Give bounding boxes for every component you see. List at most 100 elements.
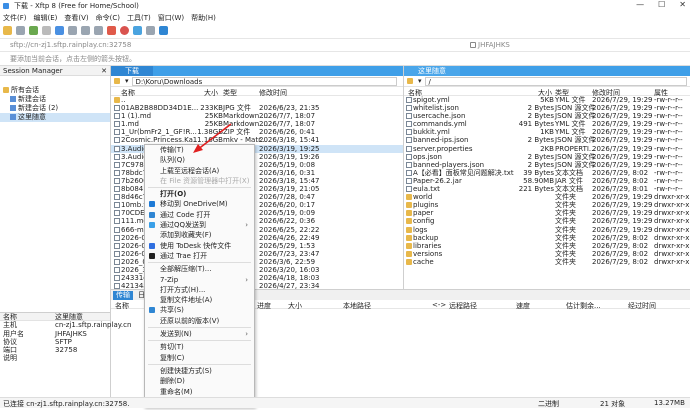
table-row[interactable]: paper 文件夹 2026/7/29, 19:29 drwxr-xr-x: [404, 209, 690, 217]
table-row[interactable]: whitelist.json 2 Bytes JSON 源文件 2026/7/29, …: [404, 104, 690, 112]
table-row[interactable]: ops.json 2 Bytes JSON 源文件 2026/7/29, 19:29-…: [404, 153, 690, 161]
table-row[interactable]: ..: [111, 96, 403, 104]
context-menu-item[interactable]: 通过QQ发送到 ›: [145, 220, 254, 230]
context-menu-item[interactable]: 发送到(N) ›: [145, 329, 254, 339]
file-permissions: drwxr-xr-x: [654, 217, 690, 226]
chevron-down-icon[interactable]: ▾: [418, 77, 422, 85]
context-menu-item[interactable]: 使用 ToDesk 快传文件: [145, 241, 254, 251]
file-date: 2026/3/18, 15:47: [259, 176, 320, 185]
xshell-icon[interactable]: [120, 26, 129, 35]
table-row[interactable]: 01AB2B88DD34D1E... 233KB JPG 文件 2026/6/23, …: [111, 104, 403, 112]
session-tree-item[interactable]: 新建会话 (2): [0, 104, 110, 113]
up-folder-icon[interactable]: [94, 26, 103, 35]
menu-view[interactable]: 查看(V): [64, 13, 88, 23]
col-local-path[interactable]: 本地路径: [343, 301, 371, 311]
context-menu-item[interactable]: 7-Zip ›: [145, 275, 254, 285]
col-size[interactable]: 大小: [288, 301, 302, 311]
file-date: 2026/7/29, 8:01: [592, 185, 649, 194]
col-direction[interactable]: <->: [432, 301, 446, 309]
context-menu-item[interactable]: 复制(C): [145, 353, 254, 363]
context-menu-item[interactable]: 打开方式(H)...: [145, 285, 254, 295]
annotation-arrow: [193, 123, 232, 153]
close-icon[interactable]: ✕: [101, 67, 107, 75]
menu-tools[interactable]: 工具(T): [127, 13, 151, 23]
context-menu-item[interactable]: 创建快捷方式(S): [145, 366, 254, 376]
menu-edit[interactable]: 编辑(E): [34, 13, 58, 23]
table-row[interactable]: cache 文件夹 2026/7/29, 8:02 drwxr-xr-x: [404, 258, 690, 266]
file-date: 2026/7/29, 8:02: [592, 168, 649, 177]
col-elapsed[interactable]: 经过时间: [628, 301, 656, 311]
table-row[interactable]: banned-players.json 2 Bytes JSON 源文件 2026/7…: [404, 161, 690, 169]
table-row[interactable]: eula.txt 221 Bytes 文本文档 2026/7/29, 8:01 -rw-…: [404, 185, 690, 193]
menu-help[interactable]: 帮助(H): [191, 13, 216, 23]
table-row[interactable]: server.properties 2KB PROPERTI... 2026/7/29…: [404, 145, 690, 153]
file-date: 2026/7/29, 8:02: [592, 257, 649, 266]
forward-icon[interactable]: [81, 26, 90, 35]
help-icon[interactable]: [159, 26, 168, 35]
menu-window[interactable]: 窗口(W): [158, 13, 184, 23]
menu-command[interactable]: 命令(C): [96, 13, 120, 23]
table-row[interactable]: backup 文件夹 2026/7/29, 8:02 drwxr-xr-x: [404, 234, 690, 242]
col-progress[interactable]: 进度: [257, 301, 271, 311]
table-row[interactable]: logs 文件夹 2026/7/29, 19:29 drwxr-xr-x: [404, 226, 690, 234]
table-row[interactable]: libraries 文件夹 2026/7/29, 8:02 drwxr-xr-x: [404, 242, 690, 250]
table-row[interactable]: 1_Ur(bmFr2_1_GF!R... 1.38GB ZIP 文件 2026/6/2…: [111, 128, 403, 136]
refresh-icon[interactable]: [55, 26, 64, 35]
file-date: 2026/7/29, 19:29: [592, 152, 653, 161]
table-row[interactable]: bukkit.yml 1KB YML 文件 2026/7/29, 19:29 -rw-r…: [404, 128, 690, 136]
open-folder-icon[interactable]: [16, 26, 25, 35]
back-icon[interactable]: [68, 26, 77, 35]
table-row[interactable]: versions 文件夹 2026/7/29, 8:02 drwxr-xr-x: [404, 250, 690, 258]
col-eta[interactable]: 估计剩余...: [566, 301, 601, 311]
tab-transfer[interactable]: 传输: [113, 290, 133, 300]
context-menu-item[interactable]: 上载至远程会话(A): [145, 166, 254, 176]
disconnect-icon[interactable]: [42, 26, 51, 35]
col-remote-path[interactable]: 远程路径: [449, 301, 477, 311]
maximize-icon[interactable]: ☐: [658, 0, 665, 9]
transfer-icon[interactable]: [133, 26, 142, 35]
context-menu-item[interactable]: 全部解压缩(T)...: [145, 264, 254, 274]
table-row[interactable]: 1 (1).md 25KB Markdown ... 2026/7/7, 18:07: [111, 112, 403, 120]
session-tree-item[interactable]: 新建会话: [0, 95, 110, 104]
table-row[interactable]: config 文件夹 2026/7/29, 19:29 drwxr-xr-x: [404, 217, 690, 225]
context-menu-item[interactable]: 通过 Trae 打开: [145, 251, 254, 261]
tab-remote-session[interactable]: 这里随意: [404, 66, 460, 76]
col-speed[interactable]: 速度: [516, 301, 530, 311]
file-date: 2026/7/29, 19:29: [592, 193, 653, 202]
stop-icon[interactable]: [107, 26, 116, 35]
context-menu-item[interactable]: 还原以前的版本(V): [145, 316, 254, 326]
context-menu-item[interactable]: 剪切(T): [145, 342, 254, 352]
col-name[interactable]: 名称: [115, 301, 129, 311]
context-menu-item[interactable]: 删除(D): [145, 376, 254, 386]
table-row[interactable]: commands.yml 491 Bytes YML 文件 2026/7/29, 19…: [404, 120, 690, 128]
context-menu-item[interactable]: 通过 Code 打开: [145, 210, 254, 220]
context-menu-item[interactable]: 添加到收藏夹(F): [145, 230, 254, 240]
host-input[interactable]: sftp://cn-zj1.sftp.rainplay.cn:32758: [0, 41, 470, 49]
table-row[interactable]: plugins 文件夹 2026/7/29, 19:29 drwxr-xr-x: [404, 201, 690, 209]
password-field[interactable]: JHFAJHKS: [478, 41, 510, 49]
table-row[interactable]: A【必看】面板常见问题解决.txt 39 Bytes 文本文档 2026/7/29, …: [404, 169, 690, 177]
context-menu-item[interactable]: 共享(S): [145, 305, 254, 315]
context-menu-item[interactable]: 打开(O): [145, 189, 254, 199]
context-menu-item[interactable]: 重命名(M): [145, 387, 254, 397]
close-icon[interactable]: ✕: [679, 0, 686, 9]
session-tree-all[interactable]: 所有会话: [0, 86, 110, 95]
context-menu-item[interactable]: 移动到 OneDrive(M): [145, 199, 254, 209]
minimize-icon[interactable]: —: [636, 0, 644, 9]
new-session-icon[interactable]: [3, 26, 12, 35]
table-row[interactable]: 1.md 25KB Markdown ... 2026/7/7, 18:07: [111, 120, 403, 128]
table-row[interactable]: Paper-26.2.jar 58.90MB JAR 文件 2026/7/29, 8:…: [404, 177, 690, 185]
remote-path-input[interactable]: /: [424, 76, 687, 86]
session-tree-item[interactable]: 这里随意: [0, 113, 110, 122]
table-row[interactable]: banned-ips.json 2 Bytes JSON 源文件 2026/7/29,…: [404, 136, 690, 144]
chevron-down-icon[interactable]: ▾: [125, 77, 129, 85]
local-path-input[interactable]: D:\Koru\Downloads: [131, 76, 397, 86]
tab-local-downloads[interactable]: 下载: [111, 66, 153, 76]
connect-icon[interactable]: [29, 26, 38, 35]
context-menu-item[interactable]: 复制文件地址(A): [145, 295, 254, 305]
table-row[interactable]: world 文件夹 2026/7/29, 19:29 drwxr-xr-x: [404, 193, 690, 201]
table-row[interactable]: usercache.json 2 Bytes JSON 源文件 2026/7/29, …: [404, 112, 690, 120]
settings-icon[interactable]: [146, 26, 155, 35]
menu-file[interactable]: 文件(F): [3, 13, 27, 23]
table-row[interactable]: spigot.yml 5KB YML 文件 2026/7/29, 19:29 -rw-r…: [404, 96, 690, 104]
